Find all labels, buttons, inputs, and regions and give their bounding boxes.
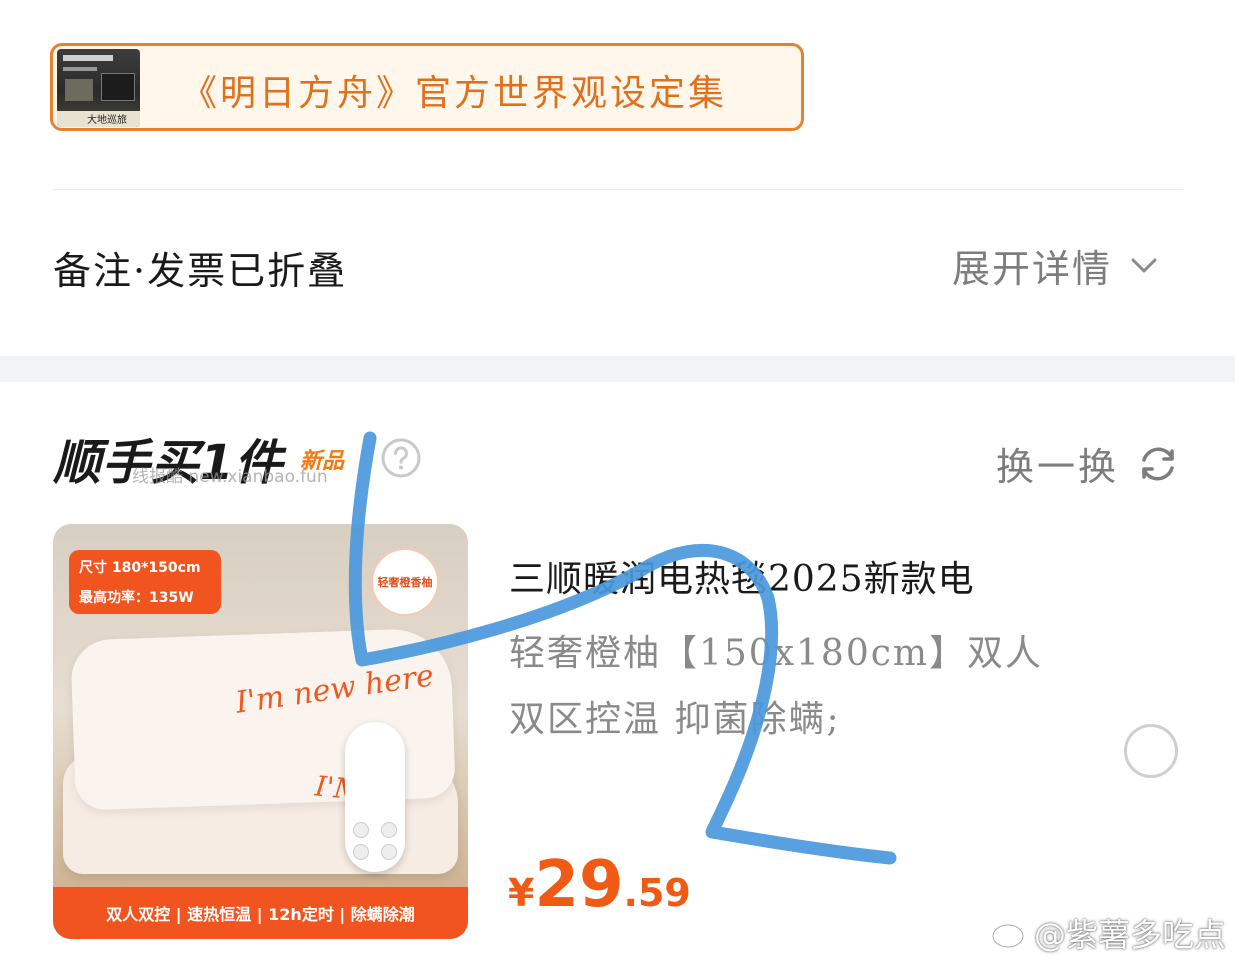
gift-card[interactable]: 大地巡旅 《明日方舟》官方世界观设定集 [50, 43, 804, 131]
product-description-line-2: 双区控温 抑菌除螨; [509, 699, 841, 740]
expand-details-button[interactable]: 展开详情 [952, 240, 1160, 291]
section-separator [0, 356, 1235, 382]
remote-control-image [345, 722, 405, 872]
select-radio[interactable] [1124, 724, 1178, 778]
gift-thumbnail: 大地巡旅 [57, 49, 140, 127]
gift-thumbnail-text: 大地巡旅 [87, 115, 127, 126]
watermark-text: 线报酷 new.xianbao.fun [132, 467, 328, 487]
feature-banner: 双人双控 | 速热恒温 | 12h定时 | 除螨除潮 [53, 887, 468, 939]
product-description-line-1: 轻奢橙柚【150x180cm】双人 [509, 633, 1044, 674]
flavor-badge: 轻奢橙香柚 [371, 548, 439, 616]
price: ¥29.59 [508, 848, 691, 922]
weibo-watermark: @紫薯多吃点 [990, 910, 1226, 956]
refresh-icon [1142, 447, 1174, 480]
price-currency: ¥ [508, 871, 535, 915]
spec-chip: 尺寸 180*150cm 最高功率：135W [69, 550, 221, 614]
gift-title: 《明日方舟》官方世界观设定集 [181, 73, 728, 114]
swap-label: 换一换 [996, 445, 1120, 489]
page: 大地巡旅 《明日方舟》官方世界观设定集 备注·发票已折叠 展开详情 顺手买1件 … [0, 0, 1235, 960]
question-circle-icon[interactable] [380, 437, 422, 479]
power-label: 最高功率：135W [79, 590, 194, 606]
product-image[interactable]: I'm new here I'M ne 尺寸 180*150cm 最高功率：13… [53, 524, 468, 939]
expand-details-label: 展开详情 [952, 246, 1113, 291]
price-integer: 29 [534, 848, 624, 922]
notes-invoice-label: 备注·发票已折叠 [53, 249, 348, 293]
size-label: 尺寸 180*150cm [79, 560, 201, 576]
weibo-watermark-text: @紫薯多吃点 [1034, 916, 1227, 954]
chevron-down-icon [1131, 258, 1157, 273]
weibo-icon [991, 919, 1028, 949]
swap-button[interactable]: 换一换 [996, 436, 1181, 491]
divider [53, 189, 1183, 190]
product-title[interactable]: 三顺暖润电热毯2025新款电 [509, 550, 975, 602]
price-decimal: .59 [623, 871, 691, 915]
